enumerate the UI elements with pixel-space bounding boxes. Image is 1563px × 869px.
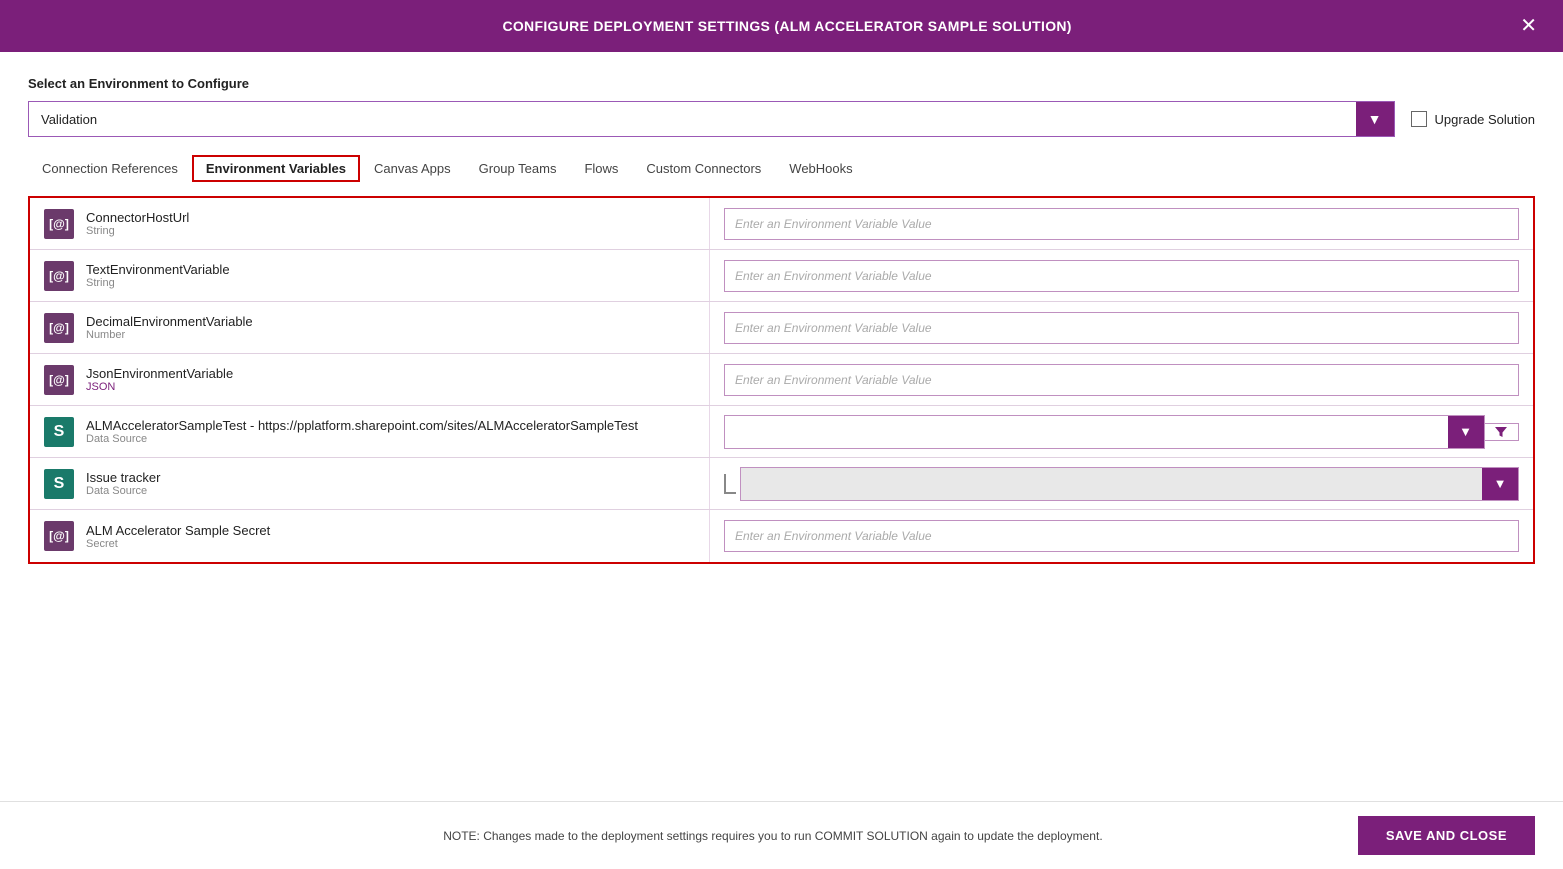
var-icon-label: [@] [49, 529, 69, 543]
var-type-secret: Secret [86, 538, 270, 550]
var-dropdown-arrow-issuetracker[interactable]: ▼ [1482, 468, 1518, 500]
var-left-connectorhosturl: [@] ConnectorHostUrl String [30, 198, 710, 249]
tab-custom-connectors[interactable]: Custom Connectors [632, 155, 775, 182]
var-info-issuetracker: Issue tracker Data Source [86, 470, 160, 497]
var-right-secret [710, 510, 1533, 562]
var-icon-jsonenv: [@] [44, 365, 74, 395]
upgrade-solution-row: Upgrade Solution [1411, 111, 1535, 127]
var-right-decimalenv [710, 302, 1533, 353]
var-input-almtest[interactable] [725, 416, 1448, 448]
var-name-secret: ALM Accelerator Sample Secret [86, 523, 270, 538]
modal-container: CONFIGURE DEPLOYMENT SETTINGS (ALM Accel… [0, 0, 1563, 869]
table-row: [@] ALM Accelerator Sample Secret Secret [30, 510, 1533, 562]
var-icon-decimalenv: [@] [44, 313, 74, 343]
var-name-jsonenv: JsonEnvironmentVariable [86, 366, 233, 381]
var-left-decimalenv: [@] DecimalEnvironmentVariable Number [30, 302, 710, 353]
var-type-jsonenv: JSON [86, 381, 233, 393]
var-type-almtest: Data Source [86, 433, 638, 445]
env-select-arrow-icon[interactable]: ▼ [1356, 102, 1394, 136]
var-icon-issuetracker: S [44, 469, 74, 499]
env-selected-value: Validation [29, 102, 1356, 136]
var-info-almtest: ALMAcceleratorSampleTest - https://pplat… [86, 418, 638, 445]
tab-group-teams[interactable]: Group Teams [465, 155, 571, 182]
var-name-textenv: TextEnvironmentVariable [86, 262, 230, 277]
tab-canvas-apps[interactable]: Canvas Apps [360, 155, 465, 182]
close-button[interactable]: ✕ [1514, 14, 1543, 38]
table-row: [@] TextEnvironmentVariable String [30, 250, 1533, 302]
var-icon-label: S [54, 475, 65, 493]
modal-header: CONFIGURE DEPLOYMENT SETTINGS (ALM Accel… [0, 0, 1563, 52]
var-filter-icon-almtest[interactable] [1485, 423, 1519, 441]
var-right-jsonenv [710, 354, 1533, 405]
var-left-textenv: [@] TextEnvironmentVariable String [30, 250, 710, 301]
var-info-secret: ALM Accelerator Sample Secret Secret [86, 523, 270, 550]
var-right-connectorhosturl [710, 198, 1533, 249]
table-row: S ALMAcceleratorSampleTest - https://ppl… [30, 406, 1533, 458]
var-name-decimalenv: DecimalEnvironmentVariable [86, 314, 253, 329]
tab-connection-references[interactable]: Connection References [28, 155, 192, 182]
modal-title: CONFIGURE DEPLOYMENT SETTINGS (ALM Accel… [60, 18, 1514, 34]
upgrade-solution-label: Upgrade Solution [1435, 112, 1535, 127]
var-type-issuetracker: Data Source [86, 485, 160, 497]
var-name-issuetracker: Issue tracker [86, 470, 160, 485]
var-info-jsonenv: JsonEnvironmentVariable JSON [86, 366, 233, 393]
var-dropdown-arrow-almtest[interactable]: ▼ [1448, 416, 1484, 448]
var-name-connectorhosturl: ConnectorHostUrl [86, 210, 189, 225]
var-input-jsonenv[interactable] [724, 364, 1519, 396]
tab-flows[interactable]: Flows [570, 155, 632, 182]
var-input-issuetracker[interactable] [741, 468, 1482, 500]
var-input-inner-issuetracker: ▼ [740, 467, 1519, 501]
var-input-with-btn2-issuetracker: ▼ [724, 467, 1519, 501]
var-icon-almtest: S [44, 417, 74, 447]
var-right-issuetracker: ▼ [710, 458, 1533, 509]
env-select-row: Validation ▼ Upgrade Solution [28, 101, 1535, 137]
var-left-almtest: S ALMAcceleratorSampleTest - https://ppl… [30, 406, 710, 457]
var-icon-label: [@] [49, 373, 69, 387]
tab-environment-variables[interactable]: Environment Variables [192, 155, 360, 182]
var-info-connectorhosturl: ConnectorHostUrl String [86, 210, 189, 237]
var-input-secret[interactable] [724, 520, 1519, 552]
table-row: [@] ConnectorHostUrl String [30, 198, 1533, 250]
table-row: [@] JsonEnvironmentVariable JSON [30, 354, 1533, 406]
var-type-textenv: String [86, 277, 230, 289]
var-name-almtest: ALMAcceleratorSampleTest - https://pplat… [86, 418, 638, 433]
var-icon-textenv: [@] [44, 261, 74, 291]
env-section-label: Select an Environment to Configure [28, 76, 1535, 91]
modal-body: Select an Environment to Configure Valid… [0, 52, 1563, 869]
env-select-wrapper[interactable]: Validation ▼ [28, 101, 1395, 137]
var-type-decimalenv: Number [86, 329, 253, 341]
var-input-textenv[interactable] [724, 260, 1519, 292]
var-icon-label: [@] [49, 269, 69, 283]
modal-footer: NOTE: Changes made to the deployment set… [0, 801, 1563, 869]
var-icon-secret: [@] [44, 521, 74, 551]
var-icon-label: [@] [49, 321, 69, 335]
var-icon-label: S [54, 423, 65, 441]
tab-webhooks[interactable]: WebHooks [775, 155, 866, 182]
var-right-almtest: ▼ [710, 406, 1533, 457]
corner-bracket-icon [724, 474, 736, 494]
var-left-issuetracker: S Issue tracker Data Source [30, 458, 710, 509]
var-right-textenv [710, 250, 1533, 301]
var-info-decimalenv: DecimalEnvironmentVariable Number [86, 314, 253, 341]
variables-table: [@] ConnectorHostUrl String [@] [28, 196, 1535, 564]
var-input-connectorhosturl[interactable] [724, 208, 1519, 240]
tabs-row: Connection References Environment Variab… [28, 155, 1535, 182]
upgrade-solution-checkbox[interactable] [1411, 111, 1427, 127]
save-close-button[interactable]: SAVE AND CLOSE [1358, 816, 1535, 855]
var-left-jsonenv: [@] JsonEnvironmentVariable JSON [30, 354, 710, 405]
var-input-with-btn-almtest: ▼ [724, 415, 1485, 449]
var-input-decimalenv[interactable] [724, 312, 1519, 344]
footer-note: NOTE: Changes made to the deployment set… [188, 829, 1358, 843]
var-left-secret: [@] ALM Accelerator Sample Secret Secret [30, 510, 710, 562]
var-icon-connectorhosturl: [@] [44, 209, 74, 239]
var-icon-label: [@] [49, 217, 69, 231]
table-row: S Issue tracker Data Source ▼ [30, 458, 1533, 510]
var-info-textenv: TextEnvironmentVariable String [86, 262, 230, 289]
table-row: [@] DecimalEnvironmentVariable Number [30, 302, 1533, 354]
var-type-connectorhosturl: String [86, 225, 189, 237]
